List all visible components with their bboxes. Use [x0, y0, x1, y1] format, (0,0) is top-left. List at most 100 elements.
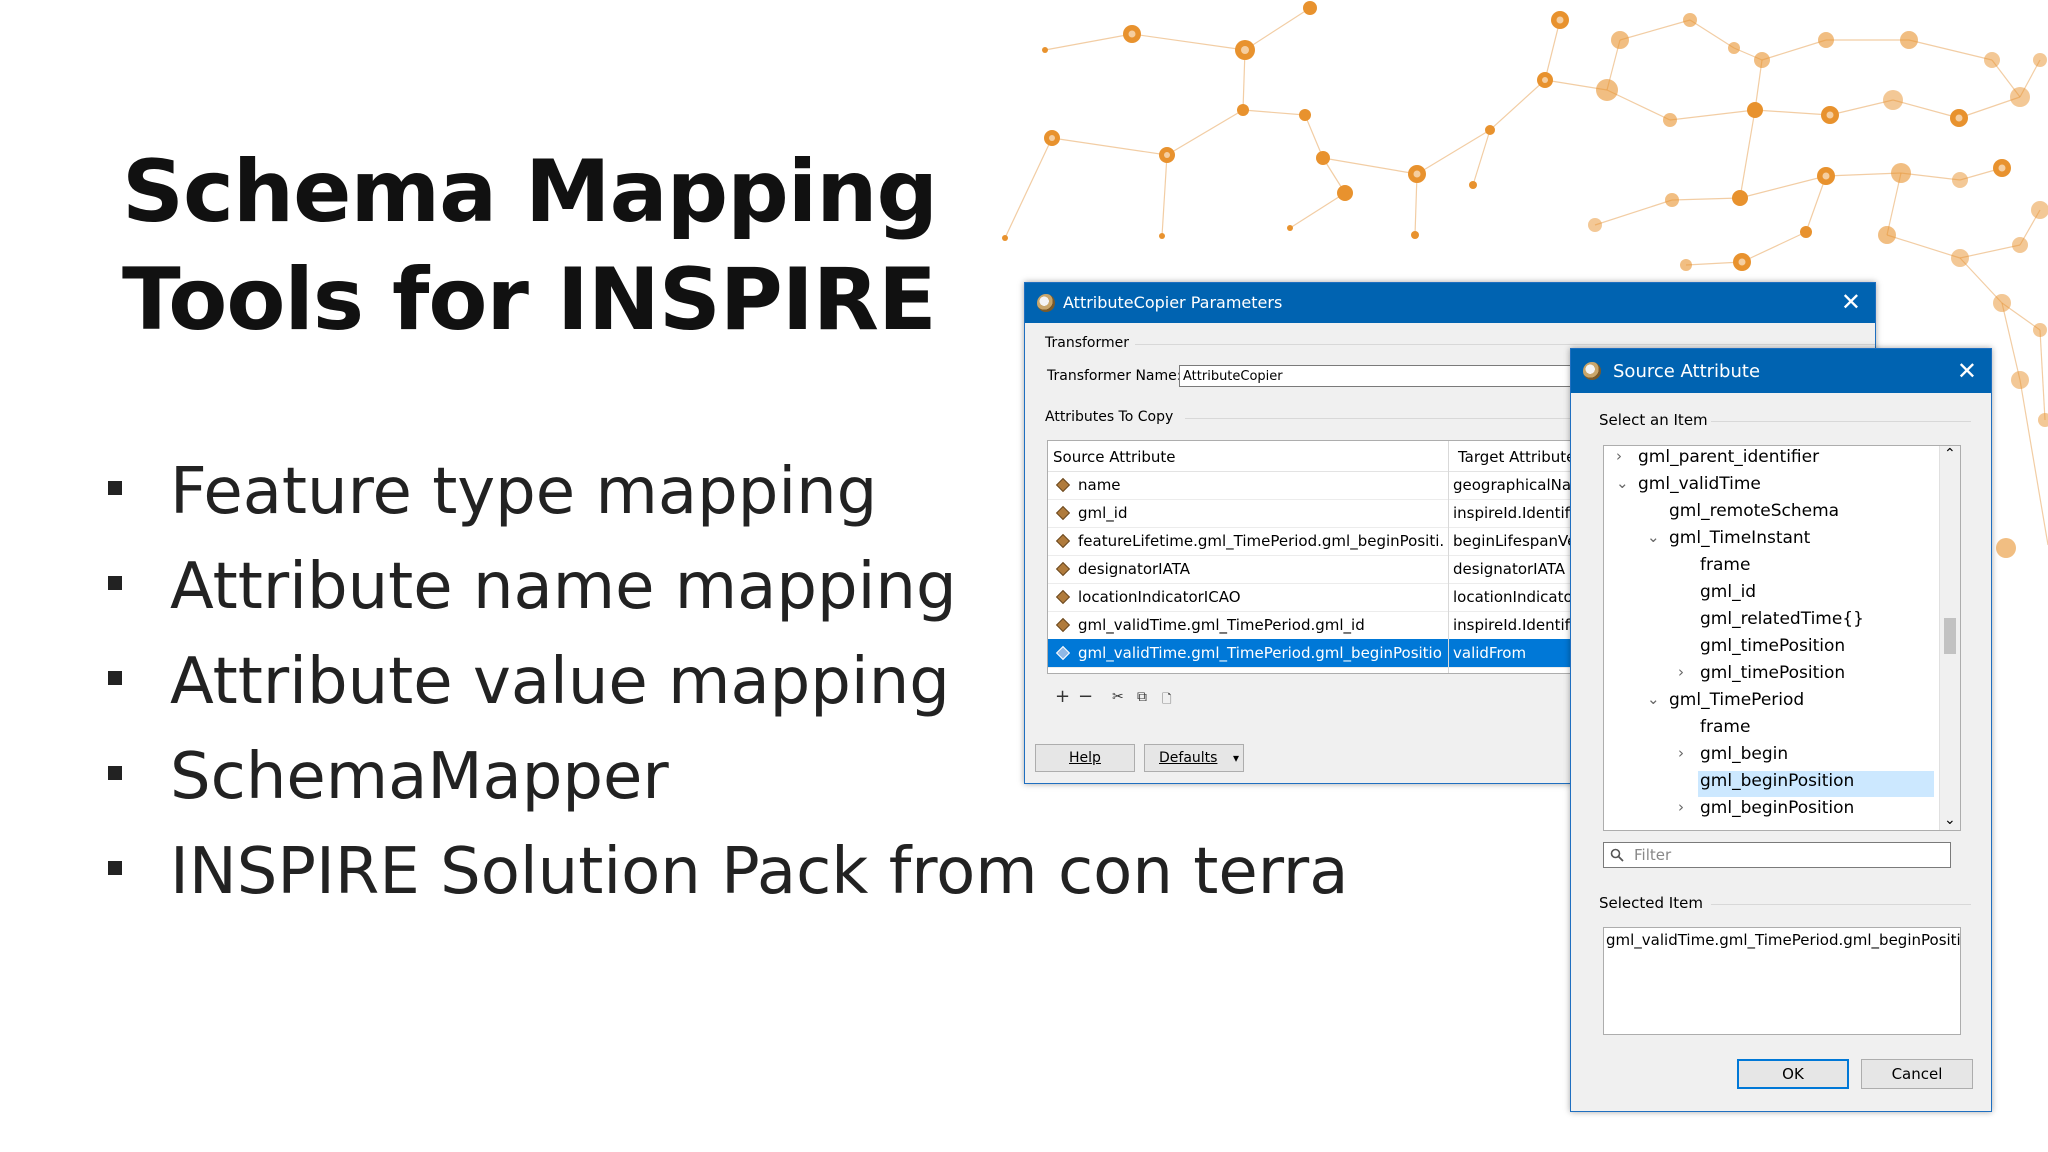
defaults-label: Defaults	[1159, 750, 1218, 766]
filter-input[interactable]: Filter	[1603, 842, 1951, 868]
scroll-up-icon[interactable]: ⌃	[1944, 446, 1956, 462]
bullet-text: SchemaMapper	[170, 740, 669, 814]
chevron-right-icon[interactable]: ›	[1678, 798, 1692, 816]
source-cell: gml_id	[1078, 504, 1128, 522]
source-cell: designatorIATA	[1078, 560, 1190, 578]
scrollbar-thumb[interactable]	[1944, 618, 1956, 654]
tree-node-label: gml_TimeInstant	[1669, 528, 1811, 548]
tree-node-label: gml_timePosition	[1700, 636, 1846, 656]
bullet-marker	[108, 576, 122, 590]
transformer-name-label: Transformer Name:	[1047, 368, 1182, 384]
chevron-down-icon: ▾	[1232, 751, 1239, 765]
chevron-right-icon[interactable]: ›	[1678, 663, 1692, 681]
search-icon	[1610, 848, 1624, 862]
target-cell: inspireId.Identifi	[1453, 616, 1575, 634]
tree-node[interactable]: ⌄ gml_validTime	[1616, 474, 1761, 500]
target-cell: beginLifespanVe	[1453, 532, 1577, 550]
cut-icon[interactable]: ✂	[1112, 689, 1124, 705]
tree-node[interactable]: › gml_parent_identifier	[1616, 447, 1820, 473]
target-cell: designatorIATA	[1453, 560, 1565, 578]
cancel-button[interactable]: Cancel	[1861, 1059, 1973, 1089]
filter-placeholder: Filter	[1634, 846, 1672, 864]
ok-button[interactable]: OK	[1737, 1059, 1849, 1089]
tree-node-label: gml_parent_identifier	[1638, 447, 1820, 467]
slide-title: Schema Mapping Tools for INSPIRE	[122, 138, 938, 354]
target-cell: geographicalNa	[1453, 476, 1572, 494]
select-item-label: Select an Item	[1599, 411, 1708, 429]
tree-node[interactable]: frame	[1700, 717, 1750, 743]
source-cell: gml_validTime.gml_TimePeriod.gml_beginPo…	[1078, 644, 1443, 662]
tree-node[interactable]: gml_timePosition	[1700, 636, 1845, 662]
attribute-icon	[1055, 561, 1071, 577]
close-icon[interactable]: ✕	[1841, 288, 1861, 316]
title-line-1: Schema Mapping	[122, 142, 938, 242]
tree-node-label: gml_begin	[1700, 744, 1789, 764]
params-titlebar[interactable]: AttributeCopier Parameters ✕	[1025, 283, 1875, 323]
source-dialog-title: Source Attribute	[1613, 361, 1761, 382]
chevron-right-icon[interactable]: ›	[1616, 447, 1630, 465]
selected-item-label: Selected Item	[1599, 894, 1703, 912]
chevron-down-icon[interactable]: ⌄	[1647, 528, 1661, 546]
defaults-button[interactable]: Defaults ▾	[1144, 744, 1244, 772]
tree-node-label: gml_beginPosition	[1700, 771, 1855, 791]
tree-node[interactable]: ⌄ gml_TimeInstant	[1647, 528, 1811, 554]
source-cell: gml_validTime.gml_TimePeriod.gml_id	[1078, 616, 1365, 634]
column-header-source[interactable]: Source Attribute	[1053, 448, 1176, 466]
selected-item-textbox[interactable]: gml_validTime.gml_TimePeriod.gml_beginPo…	[1603, 927, 1961, 1035]
tree-node[interactable]: › gml_begin	[1678, 744, 1789, 770]
tree-node-label: gml_timePosition	[1700, 663, 1846, 683]
remove-row-button[interactable]: −	[1078, 686, 1093, 707]
attribute-tree: › gml_parent_identifier ⌄ gml_validTime gm…	[1603, 445, 1961, 831]
help-button[interactable]: Help	[1035, 744, 1135, 772]
tree-scrollbar[interactable]: ⌃ ⌄	[1939, 446, 1960, 830]
tree-node-label: gml_validTime	[1638, 474, 1761, 494]
tree-node-selected[interactable]: gml_beginPosition	[1698, 771, 1935, 797]
close-icon[interactable]: ✕	[1957, 357, 1977, 385]
tree-node[interactable]: gml_relatedTime{}	[1700, 609, 1864, 635]
transformer-group-label: Transformer	[1045, 335, 1130, 351]
tree-node[interactable]: gml_remoteSchema	[1669, 501, 1839, 527]
column-header-target[interactable]: Target Attribute	[1458, 448, 1575, 466]
tree-node-label: frame	[1700, 717, 1751, 737]
bullet-text: Attribute name mapping	[170, 550, 957, 624]
target-cell: validFrom	[1453, 644, 1527, 662]
attribute-icon	[1055, 533, 1071, 549]
tree-node-label: gml_relatedTime{}	[1700, 609, 1864, 629]
bullet-marker	[108, 861, 122, 875]
app-icon	[1037, 294, 1055, 312]
tree-node-label: gml_id	[1700, 582, 1757, 602]
source-attribute-dialog: Source Attribute ✕ Select an Item › gml_p…	[1570, 348, 1992, 1112]
paste-icon[interactable]: 🗋	[1162, 690, 1172, 711]
tree-node-label: frame	[1700, 555, 1751, 575]
group-divider	[1711, 904, 1971, 905]
copy-icon[interactable]: ⧉	[1137, 689, 1147, 705]
params-title: AttributeCopier Parameters	[1063, 293, 1283, 312]
source-dialog-titlebar[interactable]: Source Attribute ✕	[1571, 349, 1991, 393]
tree-node[interactable]: gml_id	[1700, 582, 1756, 608]
tree-node[interactable]: › gml_timePosition	[1678, 663, 1846, 689]
add-row-button[interactable]: +	[1055, 686, 1070, 707]
tree-node[interactable]: frame	[1700, 555, 1750, 581]
tree-node[interactable]: ⌄ gml_TimePeriod	[1647, 690, 1805, 716]
chevron-down-icon[interactable]: ⌄	[1616, 474, 1630, 492]
group-divider	[1711, 421, 1971, 422]
tree-node[interactable]: › gml_beginPosition	[1678, 798, 1855, 824]
bullet-text: Feature type mapping	[170, 455, 878, 529]
tree-node-label: gml_TimePeriod	[1669, 690, 1805, 710]
attribute-icon	[1055, 505, 1071, 521]
source-cell: name	[1078, 476, 1121, 494]
bullet-text: Attribute value mapping	[170, 645, 950, 719]
tree-node-label: gml_remoteSchema	[1669, 501, 1840, 521]
attribute-icon	[1055, 617, 1071, 633]
bullet-text: INSPIRE Solution Pack from con terra	[170, 835, 1349, 909]
bullet-marker	[108, 766, 122, 780]
bullet-marker	[108, 671, 122, 685]
chevron-right-icon[interactable]: ›	[1678, 744, 1692, 762]
chevron-down-icon[interactable]: ⌄	[1647, 690, 1661, 708]
column-divider[interactable]	[1448, 441, 1449, 673]
title-line-2: Tools for INSPIRE	[122, 250, 937, 350]
app-icon	[1583, 362, 1601, 380]
group-divider	[1135, 344, 1875, 345]
tree-node-label: gml_beginPosition	[1700, 798, 1855, 818]
scroll-down-icon[interactable]: ⌄	[1944, 812, 1956, 828]
